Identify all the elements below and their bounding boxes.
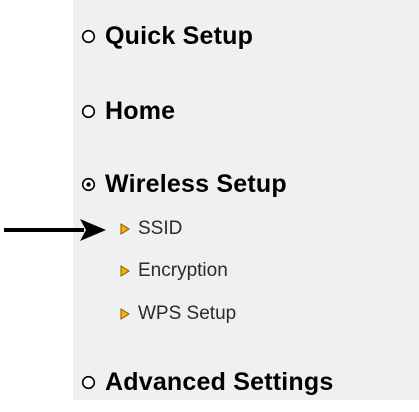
sidebar-menu-panel xyxy=(73,0,419,400)
radio-unselected-icon xyxy=(81,104,96,119)
menu-item-advanced-settings[interactable]: Advanced Settings xyxy=(81,368,333,397)
triangle-bullet-icon xyxy=(120,308,130,320)
submenu-item-encryption[interactable]: Encryption xyxy=(120,260,228,282)
menu-item-home[interactable]: Home xyxy=(81,97,175,126)
radio-unselected-icon xyxy=(81,375,96,390)
annotation-arrow-icon xyxy=(4,219,106,241)
submenu-label: SSID xyxy=(138,218,183,239)
radio-unselected-icon xyxy=(81,29,96,44)
menu-label: Quick Setup xyxy=(105,22,254,50)
submenu-label: WPS Setup xyxy=(138,303,237,324)
submenu-item-ssid[interactable]: SSID xyxy=(120,218,182,240)
menu-label: Home xyxy=(105,97,176,125)
submenu-label: Encryption xyxy=(138,260,228,281)
menu-item-wireless-setup[interactable]: Wireless Setup xyxy=(81,170,287,199)
submenu-item-wps-setup[interactable]: WPS Setup xyxy=(120,303,236,325)
menu-label: Wireless Setup xyxy=(105,170,287,198)
triangle-bullet-icon xyxy=(120,265,130,277)
menu-label: Advanced Settings xyxy=(105,368,334,396)
menu-item-quick-setup[interactable]: Quick Setup xyxy=(81,22,253,51)
triangle-bullet-icon xyxy=(120,223,130,235)
radio-selected-icon xyxy=(81,177,96,192)
